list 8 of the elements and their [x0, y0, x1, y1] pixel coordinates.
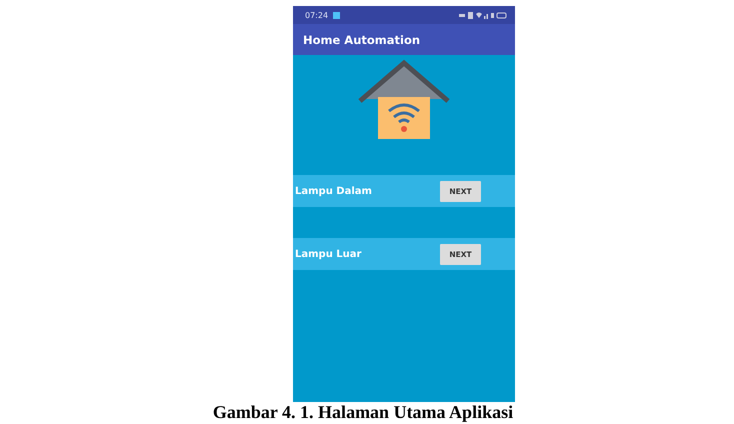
figure-caption: Gambar 4. 1. Halaman Utama Aplikasi — [212, 402, 514, 423]
app-title: Home Automation — [303, 32, 420, 46]
row-label: Lampu Dalam — [295, 186, 372, 196]
row-label: Lampu Luar — [295, 248, 362, 260]
status-time: 07:24 — [305, 10, 328, 20]
smart-home-icon — [356, 59, 452, 139]
status-icons-drawing — [459, 12, 507, 18]
notification-icon — [333, 12, 340, 18]
